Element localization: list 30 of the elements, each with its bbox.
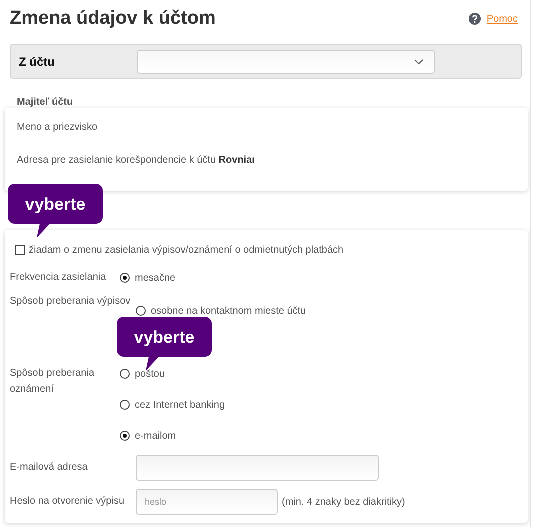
radio-button[interactable] [120,369,130,379]
email-field[interactable] [136,455,379,481]
page-title: Zmena údajov k účtom [10,8,217,30]
address-label: Adresa pre zasielanie korešpondencie k účtu Rovniaı [17,155,256,166]
field-label: Frekvencia zasielania [10,271,108,285]
help-link[interactable]: Pomoc [486,14,518,24]
name-label: Meno a priezvisko [17,122,99,133]
account-label: Z účtu [19,54,56,68]
chevron-icon [414,58,424,64]
field-label: E-mailová adresa [10,461,89,475]
tooltip: vyberte [117,317,212,371]
radio-label: cez Internet banking [135,400,226,410]
password-field[interactable]: heslo [136,489,278,515]
radio-button[interactable] [120,273,130,283]
help-icon[interactable] [468,13,481,25]
tooltip: vyberte [8,184,103,238]
radio-label: osobne na kontaktnom mieste účtu [151,306,306,316]
radio-label: poštou [135,368,166,380]
checkbox-label: žiadam o zmenu zasielania výpisov/oznámení o odmietnutých platbách [29,244,344,256]
field-label: Heslo na otvorenie výpisu [10,495,126,509]
field-label: Spôsob preberania oznámení [10,367,96,397]
section-heading: Majiteľ účtu [17,97,74,108]
radio-button[interactable] [120,431,130,441]
hint-text: (min. 4 znaky bez diakritiky) [282,496,406,508]
radio-button[interactable] [120,400,130,410]
radio-button[interactable] [136,306,146,316]
radio-label: e-mailom [135,430,176,442]
field-label: Spôsob preberania výpisov [10,295,132,309]
checkbox[interactable] [15,245,25,255]
radio-label: mesačne [135,272,176,284]
